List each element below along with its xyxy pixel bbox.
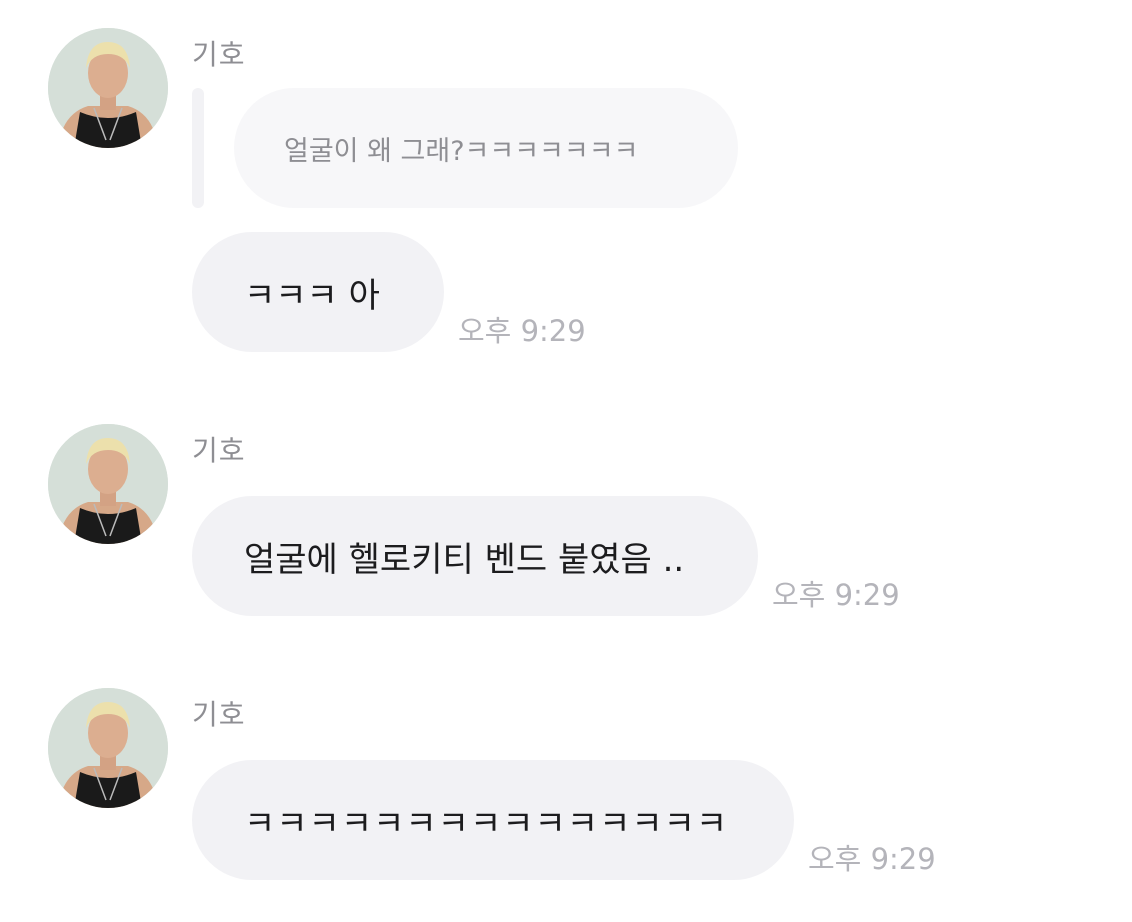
message-bubble[interactable]: ㅋㅋㅋㅋㅋㅋㅋㅋㅋㅋㅋㅋㅋㅋㅋ	[192, 760, 794, 880]
message-text: 얼굴에 헬로키티 벤드 붙였음 ..	[244, 539, 685, 580]
profile-photo-icon	[48, 688, 168, 808]
message-timestamp: 오후 9:29	[808, 842, 936, 876]
sender-name: 기호	[192, 38, 246, 71]
avatar[interactable]	[48, 424, 168, 544]
message-text: ㅋㅋㅋ 아	[244, 275, 380, 316]
message-text: ㅋㅋㅋㅋㅋㅋㅋㅋㅋㅋㅋㅋㅋㅋㅋ	[244, 803, 729, 844]
quoted-reply-bubble[interactable]: 얼굴이 왜 그래?ㅋㅋㅋㅋㅋㅋㅋ	[234, 88, 738, 208]
reply-indicator-bar	[192, 88, 204, 208]
profile-photo-icon	[48, 28, 168, 148]
message-bubble[interactable]: ㅋㅋㅋ 아	[192, 232, 444, 352]
avatar[interactable]	[48, 688, 168, 808]
sender-name: 기호	[192, 698, 246, 731]
avatar[interactable]	[48, 28, 168, 148]
quoted-reply-text: 얼굴이 왜 그래?ㅋㅋㅋㅋㅋㅋㅋ	[284, 135, 639, 167]
message-timestamp: 오후 9:29	[772, 578, 900, 612]
message-bubble[interactable]: 얼굴에 헬로키티 벤드 붙였음 ..	[192, 496, 758, 616]
message-timestamp: 오후 9:29	[458, 314, 586, 348]
sender-name: 기호	[192, 434, 246, 467]
profile-photo-icon	[48, 424, 168, 544]
